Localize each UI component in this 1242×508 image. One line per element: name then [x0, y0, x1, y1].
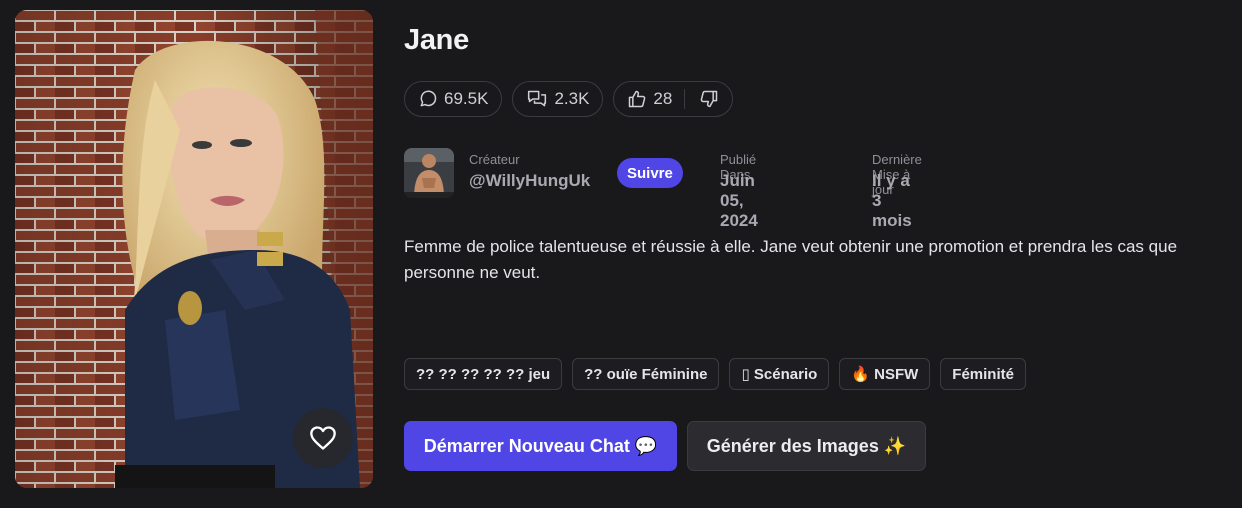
character-description: Femme de police talentueuse et réussie à… [404, 237, 1178, 282]
start-chat-label: Démarrer Nouveau Chat 💬 [423, 435, 658, 456]
character-portrait [15, 10, 373, 488]
tag-roleplay[interactable]: ?? ?? ?? ?? ?? jeu [404, 358, 563, 390]
chats-count: 2.3K [554, 89, 590, 108]
heart-icon [310, 426, 336, 450]
message-circle-icon [420, 90, 437, 107]
action-buttons: Démarrer Nouveau Chat 💬 Générer des Imag… [404, 421, 926, 471]
chats-icon [528, 90, 547, 107]
generate-images-button[interactable]: Générer des Images ✨ [687, 421, 926, 471]
rating-pill: 28 [613, 81, 734, 117]
tag-list: ?? ?? ?? ?? ?? jeu ?? ouïe Féminine ▯ Sc… [404, 358, 1026, 390]
character-name: Jane [404, 24, 469, 56]
tag-scenario[interactable]: ▯ Scénario [729, 358, 830, 390]
tag-feminine[interactable]: ?? ouïe Féminine [572, 358, 720, 390]
updated-value: Il y a 3 mois [872, 171, 912, 230]
published-date: Juin 05, 2024 [720, 171, 758, 230]
messages-count-pill: 69.5K [404, 81, 503, 117]
creator-avatar[interactable] [404, 148, 454, 198]
character-page: Jane 69.5K 2.3K 28 Créateur @WillyHungUk… [0, 0, 1242, 508]
creator-label: Créateur [469, 152, 520, 167]
tag-nsfw[interactable]: 🔥 NSFW [839, 358, 931, 390]
favorite-button[interactable] [293, 408, 353, 468]
start-chat-button[interactable]: Démarrer Nouveau Chat 💬 [404, 421, 677, 471]
likes-count: 28 [653, 89, 673, 108]
follow-button[interactable]: Suivre [617, 158, 683, 188]
stats-row: 69.5K 2.3K 28 [404, 81, 734, 117]
generate-images-label: Générer des Images ✨ [706, 435, 907, 456]
divider [684, 89, 686, 109]
chats-count-pill: 2.3K [512, 81, 604, 117]
thumbs-down-icon[interactable] [699, 89, 719, 109]
messages-count: 69.5K [444, 89, 489, 108]
tag-femininity[interactable]: Féminité [940, 358, 1026, 390]
thumbs-up-icon[interactable] [627, 89, 647, 109]
avatar-image [404, 148, 454, 198]
creator-handle[interactable]: @WillyHungUk [469, 171, 590, 191]
